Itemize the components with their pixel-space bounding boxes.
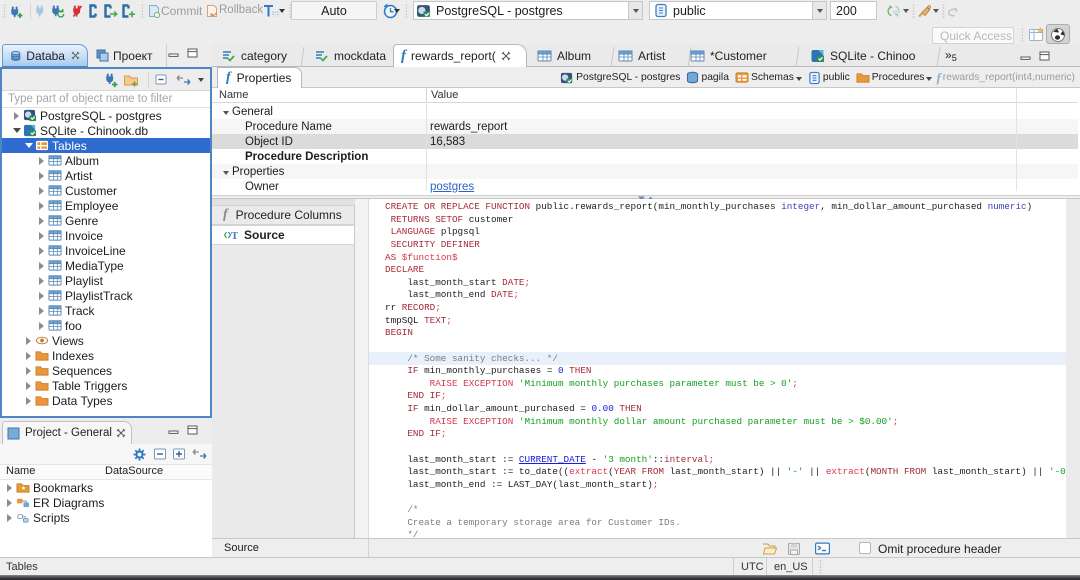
svg-text:T: T <box>231 230 238 241</box>
